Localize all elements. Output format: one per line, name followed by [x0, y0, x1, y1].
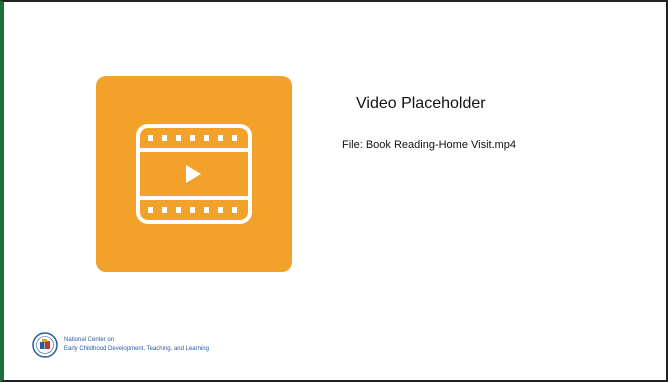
organization-logo: National Center on Early Childhood Devel…: [32, 332, 209, 358]
film-play-icon: [136, 124, 252, 224]
video-file-name: File: Book Reading-Home Visit.mp4: [342, 139, 517, 151]
video-placeholder[interactable]: [96, 76, 292, 272]
logo-text-line1: National Center on: [64, 337, 115, 343]
logo-text: National Center on Early Childhood Devel…: [64, 336, 209, 354]
head-start-seal-icon: [32, 332, 58, 358]
video-placeholder-title: Video Placeholder: [356, 95, 486, 112]
slide: Video Placeholder File: Book Reading-Hom…: [0, 0, 668, 382]
logo-text-line2: Early Childhood Development, Teaching, a…: [64, 346, 209, 352]
